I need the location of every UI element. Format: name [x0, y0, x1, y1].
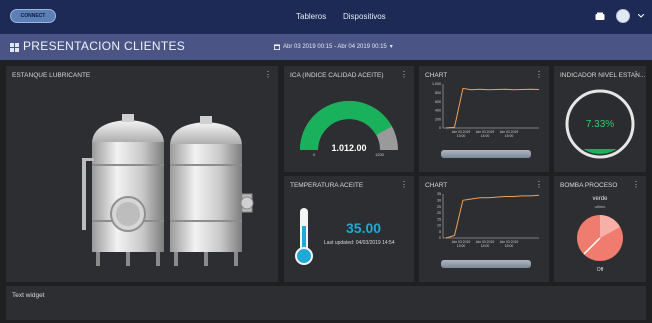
tank-illustration [82, 114, 254, 266]
chart1-xtick-label: 13:00 [457, 134, 466, 138]
temperature-value: 35.00 [346, 220, 382, 236]
chart1-range-slider[interactable] [441, 150, 531, 158]
chart2-series-line [445, 194, 540, 239]
chart2-ytick-label: 10 [437, 224, 441, 228]
chart2-ytick-label: 0 [439, 236, 441, 240]
chart2-ytick-label: 35 [437, 192, 441, 196]
date-range-caret-icon: ▾ [389, 44, 393, 50]
chart2-range-slider[interactable] [441, 260, 531, 268]
level-fill [570, 149, 630, 154]
ica-gauge [300, 101, 398, 151]
temperature-last-updated: Last updated: 04/03/2019 14:54 [324, 240, 395, 246]
ica-gauge-panel: ICA (INDICE CALIDAD ACEITE) ⋮ 1.012.00 0… [284, 66, 414, 172]
temperature-panel: TEMPERATURA ACEITE ⋮ 35.00 Last updated:… [284, 176, 414, 282]
user-avatar[interactable] [616, 9, 630, 23]
chart2-panel: Chart ⋮ 35 30 25 20 15 10 5 0 Abr 03 2019 13:00 Ab… [419, 176, 549, 282]
chart2-ytick-label: 5 [439, 230, 441, 234]
temperature-panel-title: TEMPERATURA ACEITE [290, 182, 364, 189]
chart1-panel: Chart ⋮ 1,000 800 600 400 200 0 Abr 03 2019 13:… [419, 66, 549, 172]
chart2-ytick-label: 15 [437, 217, 441, 221]
top-icons [592, 8, 644, 24]
chart1-ytick-label: 0 [439, 126, 441, 130]
chart1-xtick-label: 14:00 [481, 134, 490, 138]
app-logo[interactable]: CONNECT [10, 9, 56, 23]
ica-gauge-max: 1200 [375, 152, 384, 157]
ica-gauge-value: 1.012.00 [331, 143, 367, 153]
ica-gauge-min: 0 [313, 152, 316, 157]
inbox-icon[interactable] [592, 8, 608, 24]
pump-panel: BOMBA PROCESO ⋮ verde ultimo Off [554, 176, 646, 282]
dashboard-header: PRESENTACION CLIENTES Abr 03 2019 00:15 … [0, 34, 652, 60]
date-range-label: Abr 03 2019 00:15 - Abr 04 2019 00:15 [283, 43, 387, 50]
calendar-icon [274, 44, 280, 50]
text-widget-title: Text widget [12, 292, 45, 299]
dashboard-grid-icon [10, 43, 19, 52]
chart1-ytick-label: 200 [435, 117, 441, 121]
top-navbar: CONNECT Tableros Dispositivos [0, 0, 652, 34]
nav-dispositivos[interactable]: Dispositivos [343, 0, 386, 34]
chart2-ytick-label: 25 [437, 205, 441, 209]
temperature-panel-menu-icon[interactable]: ⋮ [400, 180, 408, 190]
nav-tableros[interactable]: Tableros [296, 0, 326, 34]
dashboard-title: PRESENTACION CLIENTES [23, 39, 186, 53]
chart1-ytick-label: 1,000 [432, 82, 441, 86]
pump-label-off: Off [596, 267, 604, 273]
date-range-picker[interactable]: Abr 03 2019 00:15 - Abr 04 2019 00:15 ▾ [274, 43, 393, 50]
chevron-down-icon[interactable] [638, 8, 644, 24]
chart2-xtick-label: 15:00 [505, 244, 514, 248]
thermometer-icon [295, 208, 313, 265]
chart1-ytick-label: 400 [435, 109, 441, 113]
chart2-ytick-label: 20 [437, 211, 441, 215]
chart2-xtick-label: 14:00 [481, 244, 490, 248]
text-widget-panel: Text widget [6, 286, 646, 320]
chart2-ytick-label: 30 [437, 198, 441, 202]
chart1-xtick-label: 15:00 [505, 134, 514, 138]
chart2-xtick-label: 13:00 [457, 244, 466, 248]
chart1-ytick-label: 800 [435, 91, 441, 95]
chart1-ytick-label: 600 [435, 100, 441, 104]
level-panel: INDICADOR NIVEL ESTAN... ⋮ 7.33% [554, 66, 646, 172]
level-value: 7.33% [585, 119, 615, 130]
chart1-series-line [445, 87, 540, 129]
tank-panel: ESTANQUE LUBRICANTE ⋮ [6, 66, 278, 282]
